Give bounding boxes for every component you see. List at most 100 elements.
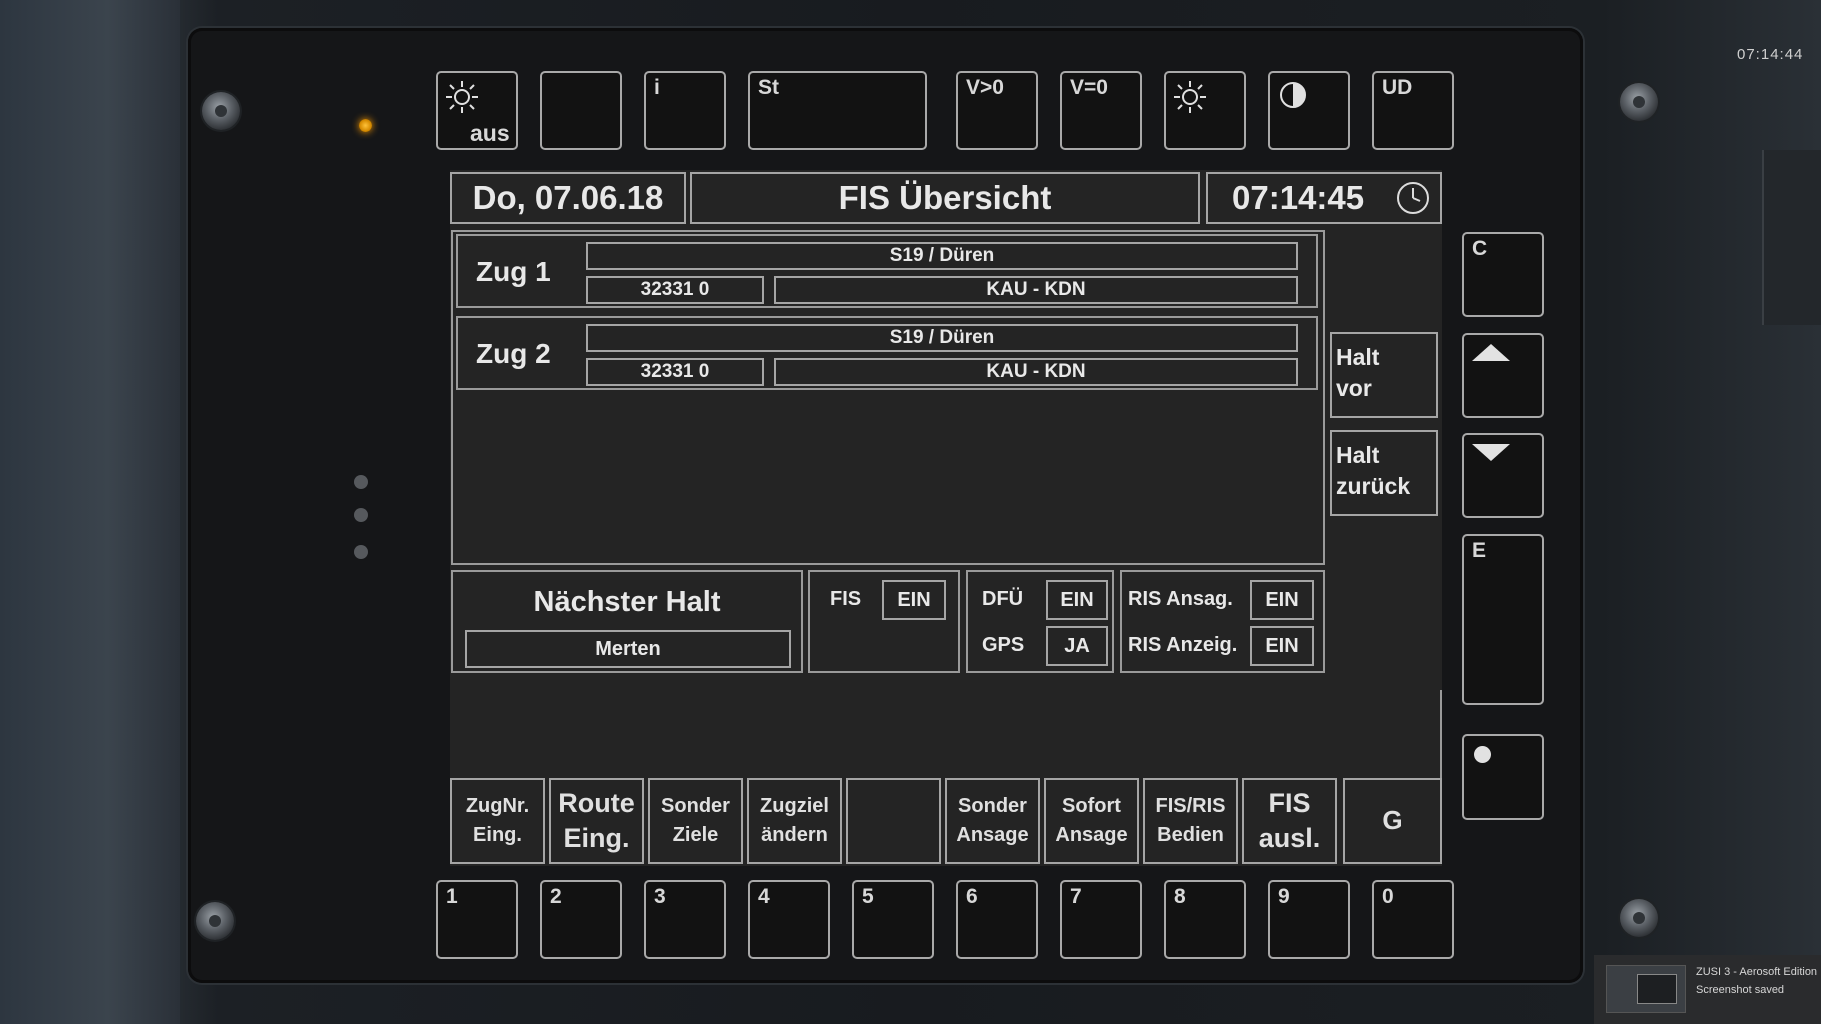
page-title: FIS Übersicht: [690, 172, 1200, 224]
halt-vor-button[interactable]: Halt vor: [1330, 332, 1438, 418]
v-equals-zero-label: V=0: [1070, 76, 1108, 99]
digit-key-0[interactable]: 0: [1372, 880, 1454, 959]
gps-value: JA: [1046, 626, 1108, 666]
digit-key-9[interactable]: 9: [1268, 880, 1350, 959]
train-1-label: Zug 1: [476, 256, 551, 287]
sun-icon: [446, 81, 478, 113]
fkey-9-line-1: FIS: [1268, 787, 1311, 818]
train-row-1[interactable]: Zug 1 S19 / Düren 32331 0 KAU - KDN: [456, 234, 1318, 308]
digit-2-label: 2: [550, 885, 562, 908]
header-date: Do, 07.06.18: [450, 172, 686, 224]
up-key[interactable]: [1462, 333, 1544, 418]
notification-app: ZUSI 3 - Aerosoft Edition: [1696, 966, 1818, 978]
fkey-fis-ris-bedien[interactable]: FIS/RIS Bedien: [1143, 778, 1238, 864]
fkey-1-line-2: Eing.: [473, 824, 522, 846]
v-equals-zero-key[interactable]: V=0: [1060, 71, 1142, 150]
contrast-key[interactable]: [1268, 71, 1350, 150]
c-key[interactable]: C: [1462, 232, 1544, 317]
fkey-zugnr-eing[interactable]: ZugNr. Eing.: [450, 778, 545, 864]
fkey-sonder-ziele[interactable]: Sonder Ziele: [648, 778, 743, 864]
brightness-off-label: aus: [470, 120, 510, 146]
digit-1-label: 1: [446, 885, 458, 908]
fkey-3-line-1: Sonder: [661, 795, 730, 817]
brightness-off-key[interactable]: aus: [436, 71, 518, 150]
next-stop-panel: Nächster Halt Merten: [451, 570, 803, 673]
screenshot-notification[interactable]: ZUSI 3 - Aerosoft Edition Screenshot sav…: [1594, 955, 1821, 1024]
halt-zurueck-line-1: Halt: [1336, 442, 1380, 468]
screw-bottom-left: [196, 902, 234, 940]
ud-key[interactable]: UD: [1372, 71, 1454, 150]
digit-7-label: 7: [1070, 885, 1082, 908]
halt-vor-line-1: Halt: [1336, 344, 1380, 370]
contrast-icon: [1280, 82, 1306, 108]
blank-top-key[interactable]: [540, 71, 622, 150]
train-2-route: KAU - KDN: [774, 358, 1298, 386]
arrow-down-icon: [1472, 444, 1510, 461]
digit-4-label: 4: [758, 885, 770, 908]
halt-vor-line-2: vor: [1336, 375, 1372, 401]
digit-key-4[interactable]: 4: [748, 880, 830, 959]
digit-key-3[interactable]: 3: [644, 880, 726, 959]
c-label: C: [1472, 237, 1488, 260]
digit-key-2[interactable]: 2: [540, 880, 622, 959]
down-key[interactable]: [1462, 433, 1544, 518]
screenshot-thumbnail: [1606, 965, 1686, 1013]
digit-0-label: 0: [1382, 885, 1394, 908]
fkey-fis-ausl[interactable]: FIS ausl.: [1242, 778, 1337, 864]
fkey-route-eing[interactable]: Route Eing.: [549, 778, 644, 864]
screw-top-right: [1620, 83, 1658, 121]
halt-zurueck-line-2: zurück: [1336, 473, 1411, 499]
notification-message: Screenshot saved: [1696, 984, 1785, 996]
status-led: [359, 119, 372, 132]
indicator-dot-2: [354, 508, 368, 522]
next-stop-title: Nächster Halt: [533, 586, 721, 618]
fkey-8-line-2: Bedien: [1157, 824, 1224, 846]
e-key[interactable]: E: [1462, 534, 1544, 705]
fkey-2-line-2: Eing.: [563, 823, 630, 853]
dot-icon: [1474, 746, 1491, 763]
fkey-blank[interactable]: [846, 778, 941, 864]
fkey-7-line-2: Ansage: [1055, 824, 1128, 846]
clock-icon: [1397, 182, 1429, 214]
sun-icon: [1174, 81, 1206, 113]
fkey-sofort-ansage[interactable]: Sofort Ansage: [1044, 778, 1139, 864]
dfu-gps-panel: DFÜ EIN GPS JA: [966, 570, 1114, 673]
digit-key-7[interactable]: 7: [1060, 880, 1142, 959]
dot-key[interactable]: [1462, 734, 1544, 820]
digit-9-label: 9: [1278, 885, 1290, 908]
ris-anzeig-value: EIN: [1250, 626, 1314, 666]
train-1-line: S19 / Düren: [586, 242, 1298, 270]
digit-key-8[interactable]: 8: [1164, 880, 1246, 959]
fkey-zugziel-aendern[interactable]: Zugziel ändern: [747, 778, 842, 864]
fkey-6-line-2: Ansage: [956, 824, 1029, 846]
train-2-label: Zug 2: [476, 338, 551, 369]
info-key[interactable]: i: [644, 71, 726, 150]
ud-label: UD: [1382, 76, 1413, 99]
screw-bottom-right: [1620, 899, 1658, 937]
st-label: St: [758, 76, 779, 99]
st-key[interactable]: St: [748, 71, 927, 150]
digit-key-1[interactable]: 1: [436, 880, 518, 959]
digit-key-6[interactable]: 6: [956, 880, 1038, 959]
fkey-8-line-1: FIS/RIS: [1155, 795, 1226, 817]
dfu-value: EIN: [1046, 580, 1108, 620]
fis-status-panel: FIS EIN: [808, 570, 960, 673]
train-row-2[interactable]: Zug 2 S19 / Düren 32331 0 KAU - KDN: [456, 316, 1318, 390]
indicator-dot-1: [354, 475, 368, 489]
left-side-panel: [0, 0, 180, 1024]
fkey-g[interactable]: G: [1343, 778, 1442, 864]
ris-ansag-label: RIS Ansag.: [1128, 588, 1233, 610]
fkey-7-line-1: Sofort: [1062, 795, 1121, 817]
next-stop-value: Merten: [465, 630, 791, 668]
brightness-key[interactable]: [1164, 71, 1246, 150]
v-greater-zero-key[interactable]: V>0: [956, 71, 1038, 150]
train-2-line: S19 / Düren: [586, 324, 1298, 352]
halt-zurueck-button[interactable]: Halt zurück: [1330, 430, 1438, 516]
digit-3-label: 3: [654, 885, 666, 908]
corner-clock: 07:14:44: [1737, 46, 1804, 63]
digit-key-5[interactable]: 5: [852, 880, 934, 959]
header-time: 07:14:45: [1232, 179, 1365, 216]
digit-6-label: 6: [966, 885, 978, 908]
fkey-sonder-ansage[interactable]: Sonder Ansage: [945, 778, 1040, 864]
ris-ansag-value: EIN: [1250, 580, 1314, 620]
